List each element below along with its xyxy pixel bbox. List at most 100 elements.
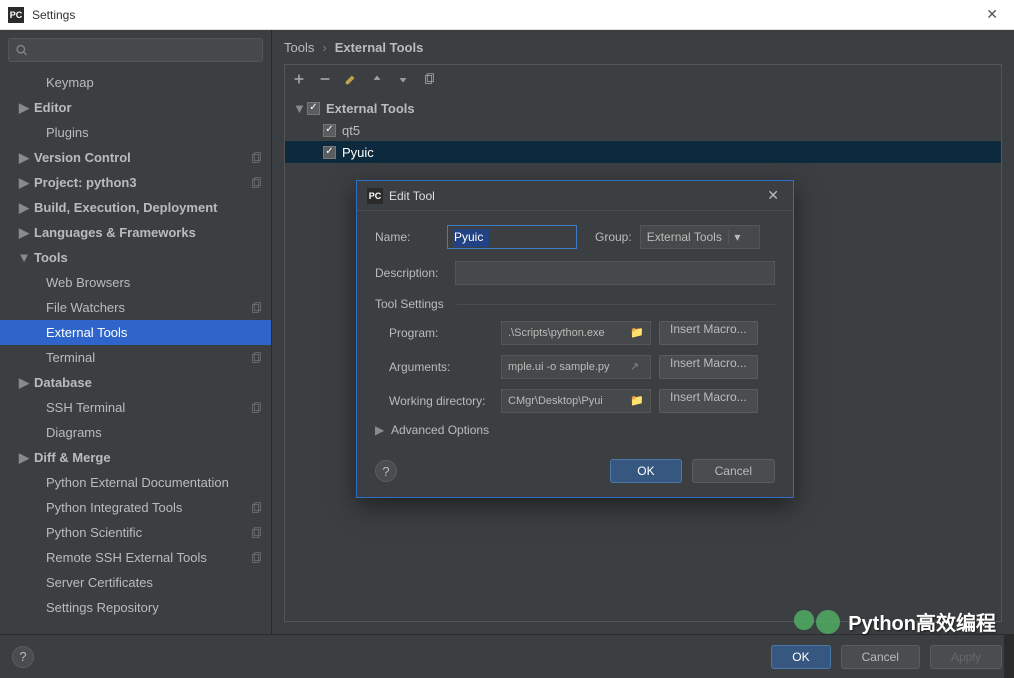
tool-item-qt5[interactable]: ✓ qt5	[285, 119, 1001, 141]
sidebar-item-label: Python External Documentation	[46, 475, 229, 490]
edit-tool-dialog: PC Edit Tool ✕ Name: Group: External Too…	[356, 180, 794, 498]
sidebar-item-version-control[interactable]: ▶ Version Control	[0, 145, 271, 170]
sidebar-item-external-tools[interactable]: External Tools	[0, 320, 271, 345]
sidebar-item-file-watchers[interactable]: File Watchers	[0, 295, 271, 320]
project-scope-icon	[249, 526, 263, 540]
sidebar-item-plugins[interactable]: Plugins	[0, 120, 271, 145]
external-tools-tree: ▼ ✓ External Tools ✓ qt5 ✓ Pyuic	[285, 93, 1001, 167]
sidebar-item-label: Python Scientific	[46, 525, 142, 540]
sidebar-item-python-scientific[interactable]: Python Scientific	[0, 520, 271, 545]
project-scope-icon	[249, 501, 263, 515]
settings-sidebar: Keymap▶EditorPlugins▶Version Control▶Pro…	[0, 30, 272, 634]
chevron-down-icon: ▾	[728, 230, 746, 244]
folder-icon[interactable]: 📁	[630, 326, 644, 340]
sidebar-item-label: Terminal	[46, 350, 95, 365]
sidebar-item-project-python3[interactable]: ▶ Project: python3	[0, 170, 271, 195]
sidebar-item-server-certificates[interactable]: Server Certificates	[0, 570, 271, 595]
description-input[interactable]	[455, 261, 775, 285]
breadcrumb-root[interactable]: Tools	[284, 40, 314, 55]
chevron-right-icon: ▶	[18, 152, 30, 164]
workdir-label: Working directory:	[389, 394, 501, 408]
checkbox[interactable]: ✓	[323, 146, 336, 159]
description-label: Description:	[375, 266, 447, 280]
settings-tree: Keymap▶EditorPlugins▶Version Control▶Pro…	[0, 70, 271, 634]
tree-root[interactable]: ▼ ✓ External Tools	[285, 97, 1001, 119]
cancel-button[interactable]: Cancel	[841, 645, 920, 669]
project-scope-icon	[249, 401, 263, 415]
project-scope-icon	[249, 551, 263, 565]
remove-button[interactable]	[317, 71, 333, 87]
workdir-insert-macro-button[interactable]: Insert Macro...	[659, 389, 758, 413]
dialog-help-button[interactable]: ?	[375, 460, 397, 482]
breadcrumb-sep: ›	[322, 40, 326, 55]
sidebar-item-build-execution-deployment[interactable]: ▶Build, Execution, Deployment	[0, 195, 271, 220]
edit-button[interactable]	[343, 71, 359, 87]
sidebar-item-label: Version Control	[34, 150, 131, 165]
add-button[interactable]	[291, 71, 307, 87]
advanced-options-toggle[interactable]: ▶ Advanced Options	[375, 423, 775, 437]
sidebar-item-label: Remote SSH External Tools	[46, 550, 207, 565]
sidebar-item-label: External Tools	[46, 325, 127, 340]
sidebar-item-diff-merge[interactable]: ▶Diff & Merge	[0, 445, 271, 470]
sidebar-item-label: Database	[34, 375, 92, 390]
sidebar-item-database[interactable]: ▶ Database	[0, 370, 271, 395]
program-input[interactable]: .\Scripts\python.exe 📁	[501, 321, 651, 345]
workdir-input[interactable]: CMgr\Desktop\Pyui 📁	[501, 389, 651, 413]
dialog-ok-button[interactable]: OK	[610, 459, 681, 483]
program-insert-macro-button[interactable]: Insert Macro...	[659, 321, 758, 345]
arguments-insert-macro-button[interactable]: Insert Macro...	[659, 355, 758, 379]
close-icon[interactable]: ✕	[978, 2, 1006, 27]
sidebar-item-label: SSH Terminal	[46, 400, 125, 415]
sidebar-item-python-external-documentation[interactable]: Python External Documentation	[0, 470, 271, 495]
down-button[interactable]	[395, 71, 411, 87]
dialog-cancel-button[interactable]: Cancel	[692, 459, 775, 483]
sidebar-item-languages-frameworks[interactable]: ▶Languages & Frameworks	[0, 220, 271, 245]
arguments-input[interactable]: mple.ui -o sample.py ↗	[501, 355, 651, 379]
tool-item-pyuic[interactable]: ✓ Pyuic	[285, 141, 1001, 163]
search-input[interactable]	[28, 43, 256, 57]
dialog-titlebar: PC Edit Tool ✕	[357, 181, 793, 211]
sidebar-item-label: Diff & Merge	[34, 450, 111, 465]
sidebar-item-python-integrated-tools[interactable]: Python Integrated Tools	[0, 495, 271, 520]
sidebar-item-editor[interactable]: ▶Editor	[0, 95, 271, 120]
sidebar-item-keymap[interactable]: Keymap	[0, 70, 271, 95]
sidebar-item-label: Plugins	[46, 125, 89, 140]
expand-icon[interactable]: ↗	[630, 360, 644, 374]
tree-root-label: External Tools	[326, 101, 415, 116]
chevron-down-icon: ▼	[293, 101, 305, 116]
sidebar-item-ssh-terminal[interactable]: SSH Terminal	[0, 395, 271, 420]
sidebar-item-remote-ssh-external-tools[interactable]: Remote SSH External Tools	[0, 545, 271, 570]
group-combo[interactable]: External Tools ▾	[640, 225, 760, 249]
sidebar-item-web-browsers[interactable]: Web Browsers	[0, 270, 271, 295]
breadcrumb: Tools › External Tools	[272, 30, 1014, 64]
sidebar-item-label: Project: python3	[34, 175, 137, 190]
copy-button[interactable]	[421, 71, 437, 87]
chevron-right-icon: ▶	[18, 377, 30, 389]
group-value: External Tools	[647, 230, 722, 244]
help-button[interactable]: ?	[12, 646, 34, 668]
sidebar-item-settings-repository[interactable]: Settings Repository	[0, 595, 271, 620]
sidebar-item-label: Editor	[34, 100, 72, 115]
chevron-right-icon: ▶	[18, 227, 30, 239]
dialog-title: Edit Tool	[389, 189, 435, 203]
ok-button[interactable]: OK	[771, 645, 830, 669]
tool-settings-section: Tool Settings	[375, 297, 775, 311]
search-box[interactable]	[8, 38, 263, 62]
sidebar-item-tools[interactable]: ▼Tools	[0, 245, 271, 270]
chevron-right-icon: ▶	[18, 202, 30, 214]
apply-button[interactable]: Apply	[930, 645, 1002, 669]
dialog-icon: PC	[367, 188, 383, 204]
sidebar-item-diagrams[interactable]: Diagrams	[0, 420, 271, 445]
sidebar-item-label: Keymap	[46, 75, 94, 90]
tool-label: Pyuic	[342, 145, 374, 160]
folder-icon[interactable]: 📁	[630, 394, 644, 408]
chevron-right-icon: ▶	[18, 177, 30, 189]
checkbox[interactable]: ✓	[323, 124, 336, 137]
sidebar-item-label: Tools	[34, 250, 68, 265]
name-input[interactable]	[447, 225, 577, 249]
tool-label: qt5	[342, 123, 360, 138]
sidebar-item-terminal[interactable]: Terminal	[0, 345, 271, 370]
dialog-close-icon[interactable]: ✕	[763, 185, 783, 206]
up-button[interactable]	[369, 71, 385, 87]
checkbox[interactable]: ✓	[307, 102, 320, 115]
